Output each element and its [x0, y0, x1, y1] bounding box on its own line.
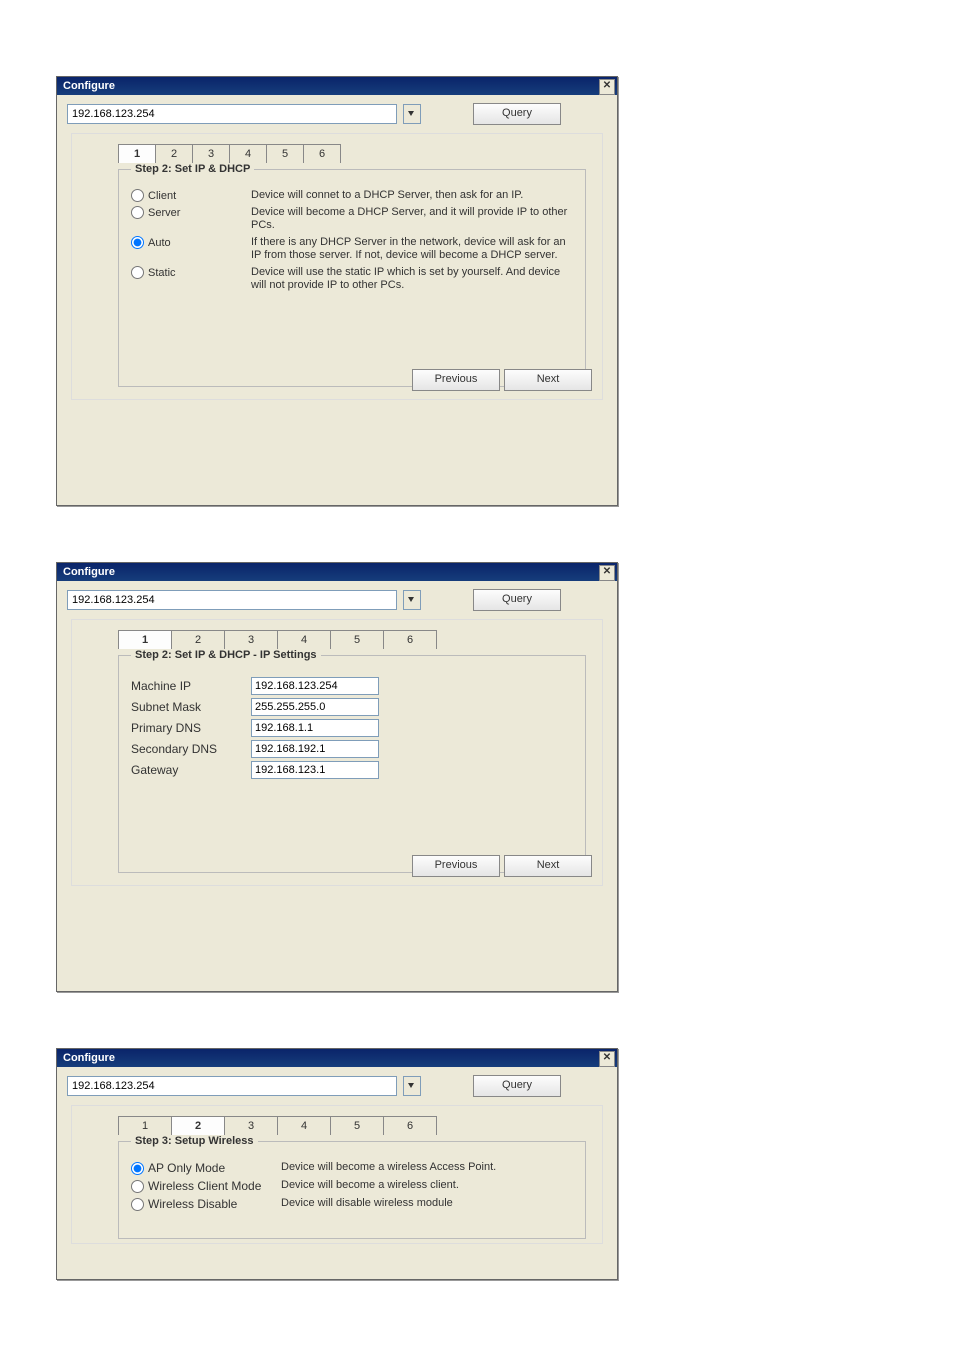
step-group: Step 3: Setup Wireless AP Only Mode Devi…	[118, 1135, 586, 1239]
tab-2[interactable]: 2	[171, 1116, 225, 1135]
tab-3[interactable]: 3	[224, 1116, 278, 1135]
tab-4[interactable]: 4	[229, 144, 267, 163]
option-ap-only: AP Only Mode Device will become a wirele…	[131, 1161, 573, 1175]
radio-wireless-disable[interactable]	[131, 1198, 144, 1211]
option-label: AP Only Mode	[148, 1161, 225, 1175]
option-label: Wireless Disable	[148, 1197, 237, 1211]
step-legend: Step 3: Setup Wireless	[131, 1135, 258, 1147]
label: Subnet Mask	[131, 700, 251, 714]
option-desc: Device will become a wireless client.	[281, 1179, 573, 1192]
step-group: Step 2: Set IP & DHCP - IP Settings Mach…	[118, 649, 586, 873]
radio-server[interactable]	[131, 206, 144, 219]
field-subnet-mask: Subnet Mask	[131, 698, 573, 716]
option-desc: If there is any DHCP Server in the netwo…	[251, 236, 573, 262]
address-input[interactable]	[67, 590, 397, 610]
address-input[interactable]	[67, 1076, 397, 1096]
step-legend: Step 2: Set IP & DHCP	[131, 163, 254, 175]
option-label: Client	[148, 190, 176, 202]
option-desc: Device will use the static IP which is s…	[251, 266, 573, 292]
label: Secondary DNS	[131, 742, 251, 756]
option-desc: Device will connet to a DHCP Server, the…	[251, 189, 573, 202]
gateway-input[interactable]	[251, 761, 379, 779]
tab-2[interactable]: 2	[171, 630, 225, 649]
radio-static[interactable]	[131, 266, 144, 279]
tabs: 1 2 3 4 5 6	[118, 144, 586, 163]
query-button[interactable]: Query	[473, 589, 561, 611]
primary-dns-input[interactable]	[251, 719, 379, 737]
option-label: Static	[148, 267, 176, 279]
close-icon[interactable]: ✕	[599, 79, 615, 95]
option-static: Static Device will use the static IP whi…	[131, 266, 573, 292]
field-primary-dns: Primary DNS	[131, 719, 573, 737]
tab-5[interactable]: 5	[266, 144, 304, 163]
dropdown-button[interactable]	[403, 104, 421, 124]
dropdown-button[interactable]	[403, 1076, 421, 1096]
tabs: 1 2 3 4 5 6	[118, 630, 586, 649]
field-gateway: Gateway	[131, 761, 573, 779]
option-label: Wireless Client Mode	[148, 1179, 261, 1193]
radio-wireless-client[interactable]	[131, 1180, 144, 1193]
label: Gateway	[131, 763, 251, 777]
option-auto: Auto If there is any DHCP Server in the …	[131, 236, 573, 262]
option-client: Client Device will connet to a DHCP Serv…	[131, 189, 573, 202]
tab-3[interactable]: 3	[224, 630, 278, 649]
query-button[interactable]: Query	[473, 1075, 561, 1097]
subnet-mask-input[interactable]	[251, 698, 379, 716]
close-icon[interactable]: ✕	[599, 1051, 615, 1067]
option-desc: Device will become a DHCP Server, and it…	[251, 206, 573, 232]
previous-button[interactable]: Previous	[412, 369, 500, 391]
field-secondary-dns: Secondary DNS	[131, 740, 573, 758]
tab-6[interactable]: 6	[383, 1116, 437, 1135]
radio-auto[interactable]	[131, 236, 144, 249]
configure-dialog-3: Configure ✕ Query 1 2 3 4 5 6 Step 3: Se…	[56, 1048, 618, 1280]
tab-1[interactable]: 1	[118, 144, 156, 163]
option-server: Server Device will become a DHCP Server,…	[131, 206, 573, 232]
next-button[interactable]: Next	[504, 855, 592, 877]
titlebar[interactable]: Configure ✕	[57, 77, 617, 95]
radio-client[interactable]	[131, 189, 144, 202]
tab-5[interactable]: 5	[330, 630, 384, 649]
option-wireless-client: Wireless Client Mode Device will become …	[131, 1179, 573, 1193]
radio-ap-only[interactable]	[131, 1162, 144, 1175]
option-label: Server	[148, 207, 180, 219]
tab-6[interactable]: 6	[303, 144, 341, 163]
machine-ip-input[interactable]	[251, 677, 379, 695]
option-label: Auto	[148, 237, 171, 249]
title-text: Configure	[63, 80, 115, 92]
option-desc: Device will become a wireless Access Poi…	[281, 1161, 573, 1174]
tab-4[interactable]: 4	[277, 630, 331, 649]
tab-3[interactable]: 3	[192, 144, 230, 163]
tab-4[interactable]: 4	[277, 1116, 331, 1135]
next-button[interactable]: Next	[504, 369, 592, 391]
tabs: 1 2 3 4 5 6	[118, 1116, 586, 1135]
option-wireless-disable: Wireless Disable Device will disable wir…	[131, 1197, 573, 1211]
tab-1[interactable]: 1	[118, 1116, 172, 1135]
close-icon[interactable]: ✕	[599, 565, 615, 581]
step-legend: Step 2: Set IP & DHCP - IP Settings	[131, 649, 321, 661]
label: Primary DNS	[131, 721, 251, 735]
title-text: Configure	[63, 566, 115, 578]
configure-dialog-1: Configure ✕ Query 1 2 3 4 5 6 Step 2: Se…	[56, 76, 618, 506]
secondary-dns-input[interactable]	[251, 740, 379, 758]
configure-dialog-2: Configure ✕ Query 1 2 3 4 5 6 Step 2: Se…	[56, 562, 618, 992]
address-input[interactable]	[67, 104, 397, 124]
label: Machine IP	[131, 679, 251, 693]
option-desc: Device will disable wireless module	[281, 1197, 573, 1210]
title-text: Configure	[63, 1052, 115, 1064]
previous-button[interactable]: Previous	[412, 855, 500, 877]
tab-6[interactable]: 6	[383, 630, 437, 649]
query-button[interactable]: Query	[473, 103, 561, 125]
step-group: Step 2: Set IP & DHCP Client Device will…	[118, 163, 586, 387]
tab-1[interactable]: 1	[118, 630, 172, 649]
tab-2[interactable]: 2	[155, 144, 193, 163]
titlebar[interactable]: Configure ✕	[57, 1049, 617, 1067]
field-machine-ip: Machine IP	[131, 677, 573, 695]
tab-5[interactable]: 5	[330, 1116, 384, 1135]
dropdown-button[interactable]	[403, 590, 421, 610]
titlebar[interactable]: Configure ✕	[57, 563, 617, 581]
